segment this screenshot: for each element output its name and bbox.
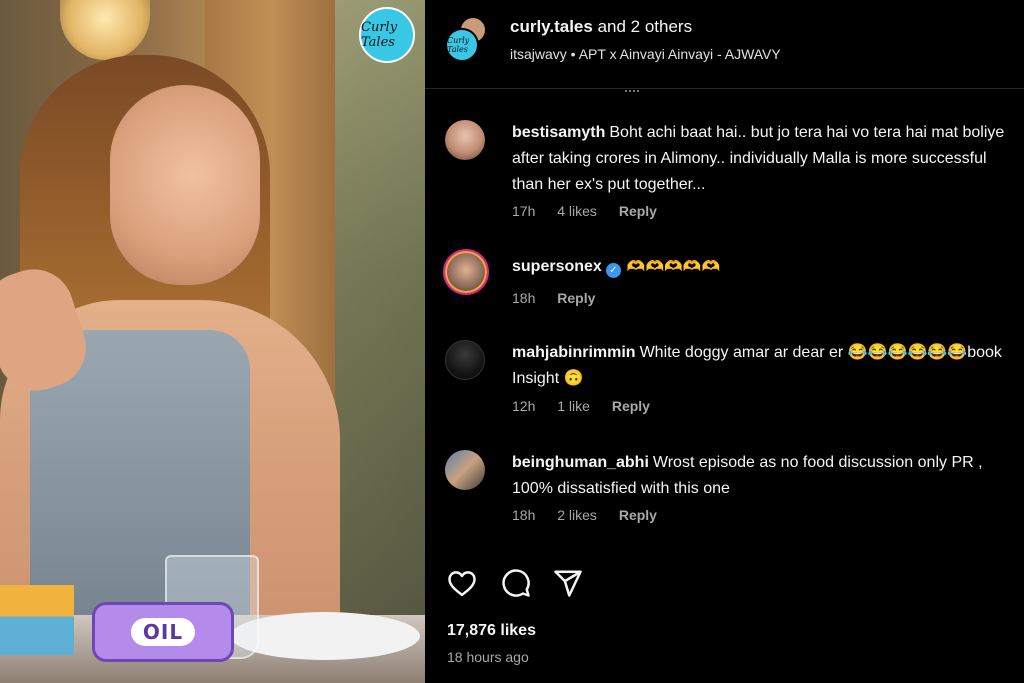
comment-avatar[interactable] [445, 450, 485, 490]
comment-button[interactable] [499, 566, 533, 600]
author-avatar-logo: Curly Tales [447, 36, 470, 54]
comment-time: 12h [512, 398, 536, 414]
comment-icon [502, 569, 530, 597]
comment-avatar[interactable] [445, 120, 485, 160]
send-icon [554, 570, 582, 597]
reply-button[interactable]: Reply [557, 290, 595, 306]
author-others[interactable]: and 2 others [598, 17, 693, 36]
comment-avatar[interactable] [443, 249, 489, 295]
comment-avatar[interactable] [445, 340, 485, 380]
post-actions [445, 566, 645, 602]
reply-button[interactable]: Reply [612, 398, 650, 414]
author-avatar[interactable]: Curly Tales [445, 28, 479, 62]
comment-time: 18h [512, 290, 536, 306]
background-lamp [60, 0, 150, 60]
person-face [110, 85, 260, 285]
comment-time: 18h [512, 507, 536, 523]
like-button[interactable] [445, 566, 479, 600]
comment-time: 17h [512, 203, 536, 219]
scroll-cutoff-marker [625, 84, 639, 92]
comment-body: bestisamyth Boht achi baat hai.. but jo t… [512, 120, 1022, 198]
comment-body: mahjabinrimmin White doggy amar ar dear e… [512, 340, 1022, 392]
oil-sticker: OIL [92, 602, 234, 662]
comment-username[interactable]: bestisamyth [512, 124, 605, 141]
comment-body: beinghuman_abhi Wrost episode as no food … [512, 450, 1022, 502]
author-avatar-stack[interactable]: Curly Tales [445, 16, 491, 62]
comment-likes[interactable]: 2 likes [557, 507, 597, 523]
reply-button[interactable]: Reply [619, 203, 657, 219]
comments-panel: Curly Tales curly.tales and 2 others its… [425, 0, 1024, 683]
comment-body: supersonex ✓ 🫶🫶🫶🫶🫶 [512, 254, 1022, 280]
comment-likes[interactable]: 4 likes [557, 203, 597, 219]
post-audio-subtitle[interactable]: itsajwavy • APT x Ainvayi Ainvayi - AJWA… [510, 46, 781, 62]
comment-meta: 18h Reply [512, 290, 613, 306]
comment-meta: 17h 4 likes Reply [512, 203, 675, 219]
heart-icon [448, 571, 476, 597]
comment-username[interactable]: supersonex [512, 258, 602, 275]
brand-badge: Curly Tales [359, 7, 415, 63]
post-authors[interactable]: curly.tales and 2 others [510, 17, 692, 37]
sticker-box [0, 585, 74, 655]
post-media[interactable]: OIL Curly Tales [0, 0, 425, 683]
share-button[interactable] [551, 566, 585, 600]
comment-text: 🫶🫶🫶🫶🫶 [626, 258, 721, 275]
verified-badge-icon: ✓ [605, 263, 621, 278]
oil-sticker-label: OIL [130, 618, 196, 646]
reply-button[interactable]: Reply [619, 507, 657, 523]
comment-username[interactable]: beinghuman_abhi [512, 454, 649, 471]
comment-meta: 18h 2 likes Reply [512, 507, 675, 523]
brand-badge-logo: Curly Tales [361, 20, 398, 50]
post-header: Curly Tales curly.tales and 2 others its… [425, 0, 1024, 92]
comment-meta: 12h 1 like Reply [512, 398, 668, 414]
background-window [330, 0, 425, 683]
comment-likes[interactable]: 1 like [557, 398, 590, 414]
like-count[interactable]: 17,876 likes [447, 622, 536, 640]
post-time[interactable]: 18 hours ago [447, 649, 529, 665]
author-username[interactable]: curly.tales [510, 17, 593, 36]
comment-username[interactable]: mahjabinrimmin [512, 344, 636, 361]
